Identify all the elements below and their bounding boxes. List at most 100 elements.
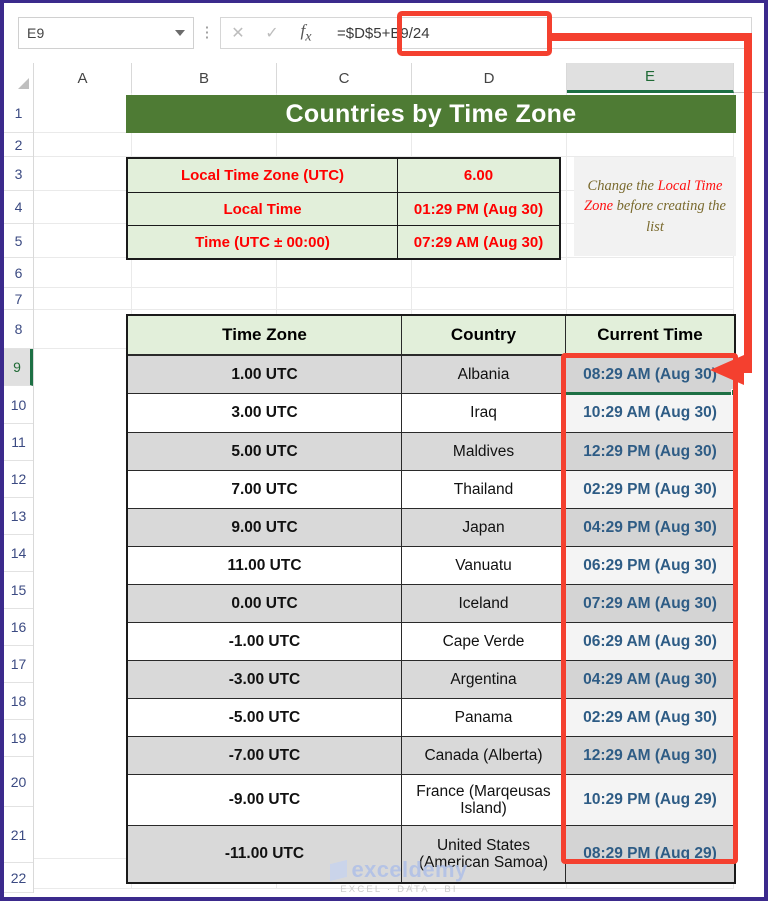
row-header-14[interactable]: 14	[4, 535, 33, 572]
column-header-a[interactable]: A	[34, 63, 132, 93]
row-header-7[interactable]: 7	[4, 288, 33, 310]
grid-cell[interactable]	[34, 288, 132, 310]
table-row[interactable]: 11.00 UTC Vanuatu 06:29 PM (Aug 30)	[128, 546, 734, 584]
cell-country[interactable]: Japan	[402, 509, 566, 546]
cell-current-time[interactable]: 06:29 AM (Aug 30)	[566, 623, 734, 660]
row-header-6[interactable]: 6	[4, 258, 33, 288]
grid-cell[interactable]	[34, 157, 132, 191]
table-row[interactable]: -7.00 UTC Canada (Alberta) 12:29 AM (Aug…	[128, 736, 734, 774]
table-row[interactable]: -5.00 UTC Panama 02:29 AM (Aug 30)	[128, 698, 734, 736]
cell-current-time[interactable]: 07:29 AM (Aug 30)	[566, 585, 734, 622]
cell-current-time[interactable]: 04:29 PM (Aug 30)	[566, 509, 734, 546]
row-header-21[interactable]: 21	[4, 807, 33, 863]
grid-cell[interactable]	[277, 258, 412, 288]
grid-cell[interactable]	[34, 258, 132, 288]
grid-cell[interactable]	[34, 349, 132, 859]
row-header-9[interactable]: 9	[4, 349, 33, 386]
grid-cell[interactable]	[567, 258, 734, 288]
grid-cell[interactable]	[132, 288, 277, 310]
settings-value[interactable]: 6.00	[398, 159, 559, 192]
cell-time-zone[interactable]: 7.00 UTC	[128, 471, 402, 508]
grid-cell[interactable]	[277, 133, 412, 157]
cell-country[interactable]: Iraq	[402, 394, 566, 432]
cell-current-time[interactable]: 10:29 PM (Aug 29)	[566, 775, 734, 825]
grid-cell[interactable]	[412, 288, 567, 310]
cell-country[interactable]: Argentina	[402, 661, 566, 698]
table-row[interactable]: 3.00 UTC Iraq 10:29 AM (Aug 30)	[128, 393, 734, 432]
row-header-3[interactable]: 3	[4, 157, 33, 191]
column-header-e[interactable]: E	[567, 63, 734, 93]
cell-current-time[interactable]: 08:29 PM (Aug 29)	[566, 826, 734, 882]
settings-value[interactable]: 01:29 PM (Aug 30)	[398, 193, 559, 225]
table-row[interactable]: -1.00 UTC Cape Verde 06:29 AM (Aug 30)	[128, 622, 734, 660]
row-header-16[interactable]: 16	[4, 609, 33, 646]
cell-current-time[interactable]: 02:29 AM (Aug 30)	[566, 699, 734, 736]
select-all-corner[interactable]	[4, 63, 34, 93]
cell-current-time[interactable]: 02:29 PM (Aug 30)	[566, 471, 734, 508]
cell-time-zone[interactable]: 0.00 UTC	[128, 585, 402, 622]
row-header-17[interactable]: 17	[4, 646, 33, 683]
grid-cell[interactable]	[567, 288, 734, 310]
grid-cell[interactable]	[34, 93, 132, 133]
fx-icon[interactable]: fx	[289, 21, 323, 45]
cell-current-time[interactable]: 04:29 AM (Aug 30)	[566, 661, 734, 698]
cell-country[interactable]: Panama	[402, 699, 566, 736]
row-header-15[interactable]: 15	[4, 572, 33, 609]
table-row[interactable]: 9.00 UTC Japan 04:29 PM (Aug 30)	[128, 508, 734, 546]
row-header-11[interactable]: 11	[4, 424, 33, 461]
cell-time-zone[interactable]: 3.00 UTC	[128, 394, 402, 432]
grid-cell[interactable]	[412, 258, 567, 288]
row-header-13[interactable]: 13	[4, 498, 33, 535]
cell-current-time[interactable]: 06:29 PM (Aug 30)	[566, 547, 734, 584]
table-row[interactable]: 0.00 UTC Iceland 07:29 AM (Aug 30)	[128, 584, 734, 622]
row-header-20[interactable]: 20	[4, 757, 33, 807]
check-icon[interactable]: ✓	[255, 23, 289, 43]
row-header-4[interactable]: 4	[4, 191, 33, 224]
formula-input[interactable]: =$D$5+B9/24	[323, 18, 751, 48]
column-header-d[interactable]: D	[412, 63, 567, 93]
table-row[interactable]: 7.00 UTC Thailand 02:29 PM (Aug 30)	[128, 470, 734, 508]
cell-country[interactable]: Canada (Alberta)	[402, 737, 566, 774]
grid-cell[interactable]	[132, 133, 277, 157]
row-header-1[interactable]: 1	[4, 93, 33, 133]
name-box[interactable]: E9	[18, 17, 194, 49]
row-header-2[interactable]: 2	[4, 133, 33, 157]
cell-time-zone[interactable]: 5.00 UTC	[128, 433, 402, 470]
grid-cell[interactable]	[132, 258, 277, 288]
column-header-c[interactable]: C	[277, 63, 412, 93]
grid-cell[interactable]	[277, 288, 412, 310]
grid-cell[interactable]	[34, 224, 132, 258]
row-header-22[interactable]: 22	[4, 863, 33, 893]
close-icon[interactable]: ✕	[221, 23, 255, 43]
table-row[interactable]: 1.00 UTC Albania 08:29 AM (Aug 30)	[128, 355, 734, 393]
cell-time-zone[interactable]: 11.00 UTC	[128, 547, 402, 584]
cell-country[interactable]: Thailand	[402, 471, 566, 508]
row-header-5[interactable]: 5	[4, 224, 33, 258]
cell-country[interactable]: Iceland	[402, 585, 566, 622]
cell-country[interactable]: Albania	[402, 356, 566, 393]
grid-cell[interactable]	[34, 133, 132, 157]
selected-cell-fill-handle[interactable]	[731, 389, 738, 396]
grid-cell[interactable]	[412, 133, 567, 157]
cell-country[interactable]: Vanuatu	[402, 547, 566, 584]
cell-time-zone[interactable]: 1.00 UTC	[128, 356, 402, 393]
cell-time-zone[interactable]: 9.00 UTC	[128, 509, 402, 546]
row-header-18[interactable]: 18	[4, 683, 33, 720]
grid-cell[interactable]	[34, 310, 132, 349]
row-header-10[interactable]: 10	[4, 386, 33, 424]
cell-country[interactable]: Cape Verde	[402, 623, 566, 660]
cell-current-time[interactable]: 08:29 AM (Aug 30)	[566, 356, 734, 393]
table-row[interactable]: -9.00 UTC France (Marqeusas Island) 10:2…	[128, 774, 734, 825]
cell-country[interactable]: France (Marqeusas Island)	[402, 775, 566, 825]
cell-current-time[interactable]: 12:29 AM (Aug 30)	[566, 737, 734, 774]
cell-country[interactable]: Maldives	[402, 433, 566, 470]
cell-time-zone[interactable]: -1.00 UTC	[128, 623, 402, 660]
cell-time-zone[interactable]: -7.00 UTC	[128, 737, 402, 774]
row-header-19[interactable]: 19	[4, 720, 33, 757]
row-header-8[interactable]: 8	[4, 310, 33, 349]
chevron-down-icon[interactable]	[175, 30, 185, 36]
cell-time-zone[interactable]: -5.00 UTC	[128, 699, 402, 736]
grid-cell[interactable]	[34, 191, 132, 224]
formula-bar[interactable]: ✕ ✓ fx =$D$5+B9/24	[220, 17, 752, 49]
cell-current-time[interactable]: 12:29 PM (Aug 30)	[566, 433, 734, 470]
